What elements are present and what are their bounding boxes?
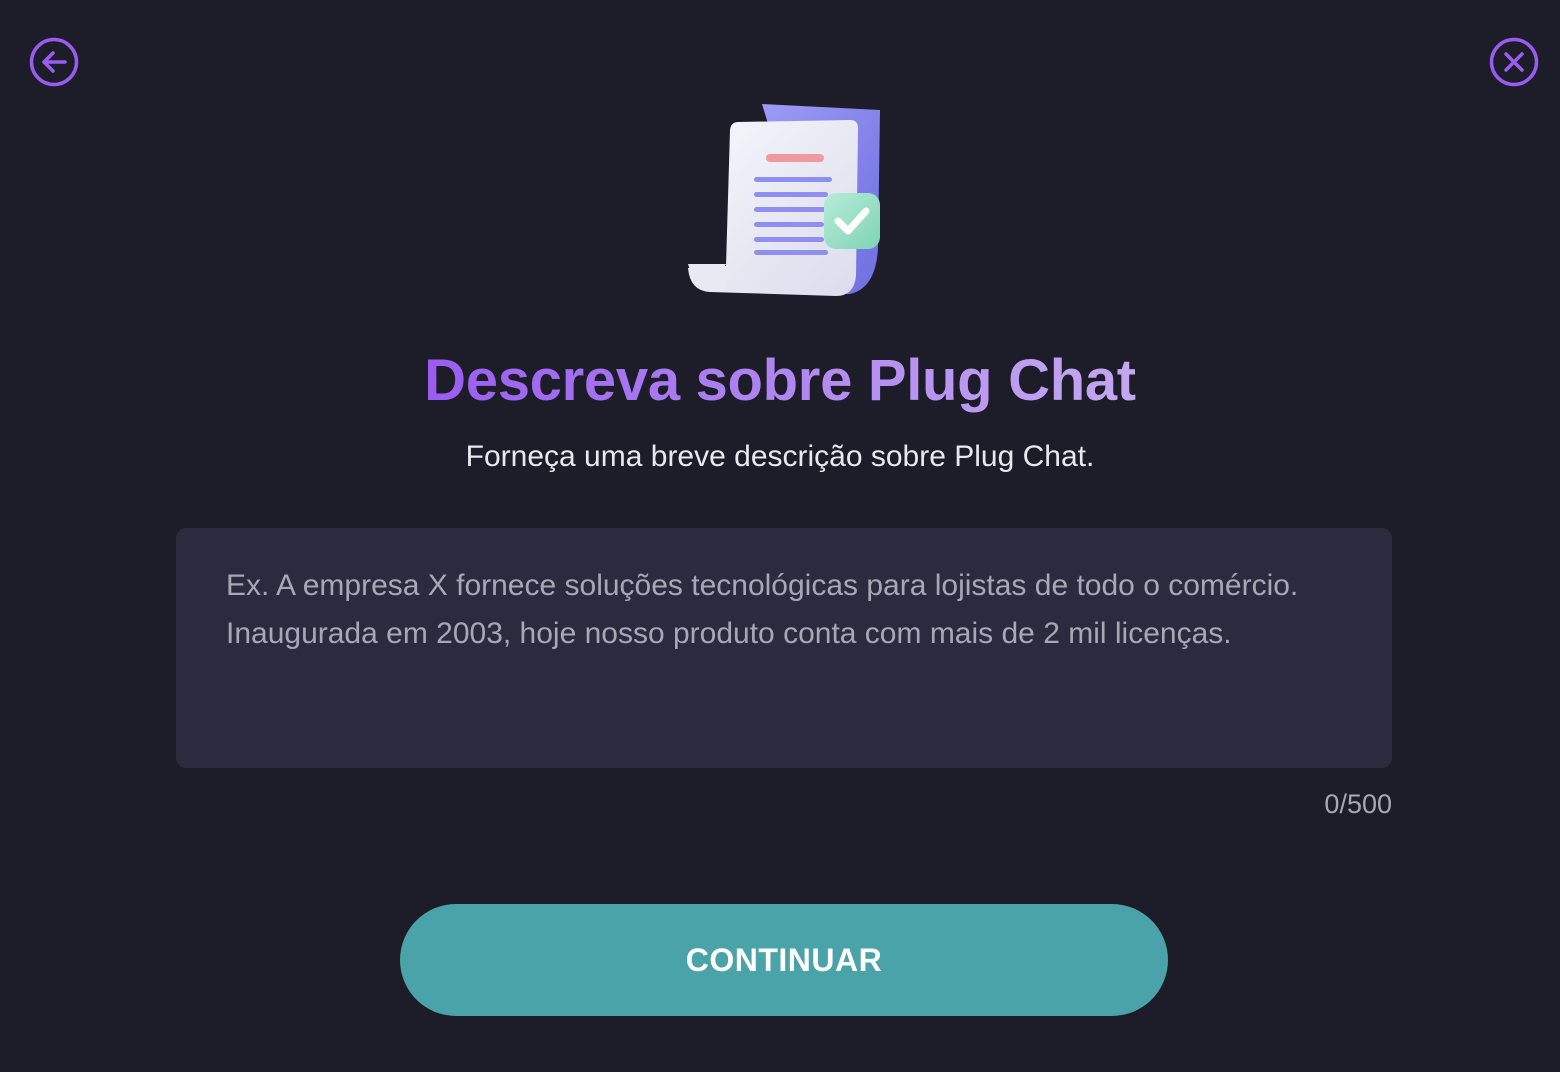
- back-button[interactable]: [29, 37, 79, 87]
- describe-company-screen: Descreva sobre Plug Chat Forneça uma bre…: [0, 0, 1560, 1072]
- page-subtitle: Forneça uma breve descrição sobre Plug C…: [465, 440, 1095, 473]
- description-input[interactable]: [176, 528, 1392, 768]
- description-field: [176, 528, 1392, 768]
- arrow-left-circle-icon: [29, 37, 79, 87]
- document-checkmark-icon: [680, 98, 890, 302]
- x-circle-icon: [1489, 37, 1539, 87]
- character-counter: 0/500: [1324, 789, 1392, 819]
- continue-button[interactable]: CONTINUAR: [400, 904, 1168, 1016]
- close-button[interactable]: [1489, 37, 1539, 87]
- page-title: Descreva sobre Plug Chat: [424, 348, 1136, 413]
